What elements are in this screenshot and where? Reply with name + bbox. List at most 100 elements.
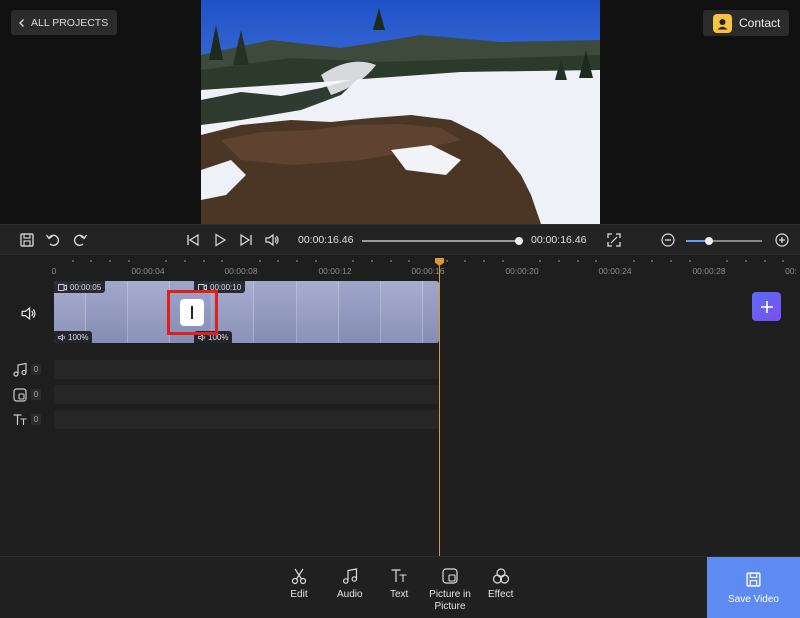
playback-controls: 00:00:16.46 00:00:16.46 bbox=[0, 224, 800, 255]
ruler-label: 00: bbox=[785, 266, 797, 276]
all-projects-button[interactable]: ALL PROJECTS bbox=[11, 10, 118, 35]
plus-icon bbox=[760, 300, 773, 313]
clip-volume: 100% bbox=[68, 332, 89, 342]
ruler-tick bbox=[165, 260, 168, 262]
video-frame bbox=[128, 281, 170, 343]
contact-label: Contact bbox=[739, 16, 781, 30]
ruler-label: 00:00:12 bbox=[318, 266, 352, 276]
ruler-tick bbox=[595, 260, 598, 262]
ruler-tick bbox=[688, 260, 691, 262]
text-icon bbox=[13, 414, 27, 425]
total-time: 00:00:16.46 bbox=[531, 234, 587, 246]
text-track[interactable] bbox=[54, 410, 439, 429]
music-note-icon bbox=[342, 568, 357, 584]
music-note-icon bbox=[13, 362, 27, 377]
ruler-tick bbox=[90, 260, 93, 262]
video-frame bbox=[297, 281, 339, 343]
timeline-ruler[interactable]: 0 00:00:04 00:00:08 00:00:12 00:00:16 00… bbox=[0, 256, 800, 280]
audio-track-count: 0 bbox=[31, 364, 41, 375]
ruler-tick bbox=[763, 260, 766, 262]
video-frame bbox=[423, 281, 439, 343]
zoom-slider-handle[interactable] bbox=[704, 237, 713, 245]
zoom-slider[interactable] bbox=[686, 237, 762, 245]
text-icon bbox=[391, 569, 407, 582]
video-preview bbox=[201, 0, 600, 224]
ruler-tick bbox=[352, 260, 355, 262]
ruler-tick bbox=[782, 260, 785, 262]
zoom-in-icon[interactable] bbox=[774, 232, 790, 248]
pip-track-count: 0 bbox=[31, 389, 41, 400]
ruler-tick bbox=[314, 260, 317, 262]
undo-icon[interactable] bbox=[45, 232, 61, 248]
ruler-label: 00:00:08 bbox=[224, 266, 258, 276]
clip-volume-badge: 100% bbox=[54, 331, 93, 343]
add-media-button[interactable] bbox=[752, 292, 781, 321]
effect-label: Effect bbox=[488, 589, 514, 600]
split-icon bbox=[191, 306, 193, 319]
ruler-label: 0 bbox=[51, 266, 57, 276]
ruler-tick bbox=[632, 260, 635, 262]
ruler-tick bbox=[370, 260, 373, 262]
speaker-icon bbox=[58, 333, 65, 341]
ruler-tick bbox=[726, 260, 729, 262]
audio-label: Audio bbox=[337, 589, 363, 600]
ruler-tick bbox=[744, 260, 747, 262]
ruler-tick bbox=[651, 260, 654, 262]
chevron-left-icon bbox=[19, 18, 24, 27]
ruler-label: 00:00:24 bbox=[598, 266, 632, 276]
video-frame bbox=[339, 281, 381, 343]
redo-icon[interactable] bbox=[72, 232, 88, 248]
pip-track[interactable] bbox=[54, 385, 439, 404]
picture-in-picture-tool[interactable]: Picture in Picture bbox=[429, 567, 471, 613]
text-label: Text bbox=[390, 589, 409, 600]
ruler-label: 00:00:28 bbox=[692, 266, 726, 276]
text-tool[interactable]: Text bbox=[390, 567, 408, 601]
effect-icon bbox=[492, 568, 509, 584]
video-track[interactable]: 00:00:05 100% 00:00:10 100% bbox=[54, 281, 439, 343]
effect-tool[interactable]: Effect bbox=[488, 567, 513, 601]
zoom-out-icon[interactable] bbox=[660, 232, 676, 248]
ruler-label: 00:00:20 bbox=[505, 266, 539, 276]
ruler-tick bbox=[296, 260, 299, 262]
save-project-icon[interactable] bbox=[19, 232, 35, 248]
play-icon[interactable] bbox=[212, 232, 228, 248]
playback-progress-bar[interactable] bbox=[362, 237, 523, 245]
bottom-toolbar: Edit Audio Text Picture in Picture Effec… bbox=[0, 556, 800, 618]
video-frame bbox=[381, 281, 423, 343]
skip-to-start-icon[interactable] bbox=[185, 232, 201, 248]
edit-tool[interactable]: Edit bbox=[290, 567, 308, 601]
skip-to-end-icon[interactable] bbox=[238, 232, 254, 248]
ruler-tick bbox=[389, 260, 392, 262]
ruler-tick bbox=[277, 260, 280, 262]
save-icon bbox=[746, 571, 761, 587]
ruler-tick bbox=[221, 260, 224, 262]
audio-track[interactable] bbox=[54, 360, 439, 379]
ruler-label: 00:00:04 bbox=[131, 266, 165, 276]
picture-in-picture-icon bbox=[442, 568, 458, 584]
split-button[interactable] bbox=[180, 299, 204, 326]
ruler-tick bbox=[127, 260, 130, 262]
ruler-tick bbox=[576, 260, 579, 262]
fullscreen-icon[interactable] bbox=[606, 232, 622, 248]
picture-in-picture-icon bbox=[13, 388, 27, 402]
ruler-tick bbox=[258, 260, 261, 262]
ruler-tick bbox=[183, 260, 186, 262]
track-volume-icon[interactable] bbox=[20, 305, 37, 322]
timeline[interactable]: 0 00:00:04 00:00:08 00:00:12 00:00:16 00… bbox=[0, 256, 800, 556]
picture-in-picture-label: Picture in Picture bbox=[429, 589, 471, 612]
playhead[interactable] bbox=[439, 261, 440, 556]
clip-duration: 00:00:05 bbox=[70, 282, 102, 292]
save-video-button[interactable]: Save Video bbox=[707, 557, 800, 618]
contact-button[interactable]: Contact bbox=[703, 10, 789, 36]
ruler-tick bbox=[71, 260, 74, 262]
contact-avatar-icon bbox=[713, 13, 732, 33]
ruler-tick bbox=[557, 260, 560, 262]
volume-icon[interactable] bbox=[264, 232, 280, 248]
progress-handle[interactable] bbox=[515, 237, 523, 245]
ruler-tick bbox=[408, 260, 411, 262]
ruler-tick bbox=[445, 260, 448, 262]
audio-tool[interactable]: Audio bbox=[337, 567, 363, 601]
clip-duration-badge: 00:00:05 bbox=[54, 281, 106, 293]
ruler-tick bbox=[539, 260, 542, 262]
video-frame bbox=[254, 281, 297, 343]
